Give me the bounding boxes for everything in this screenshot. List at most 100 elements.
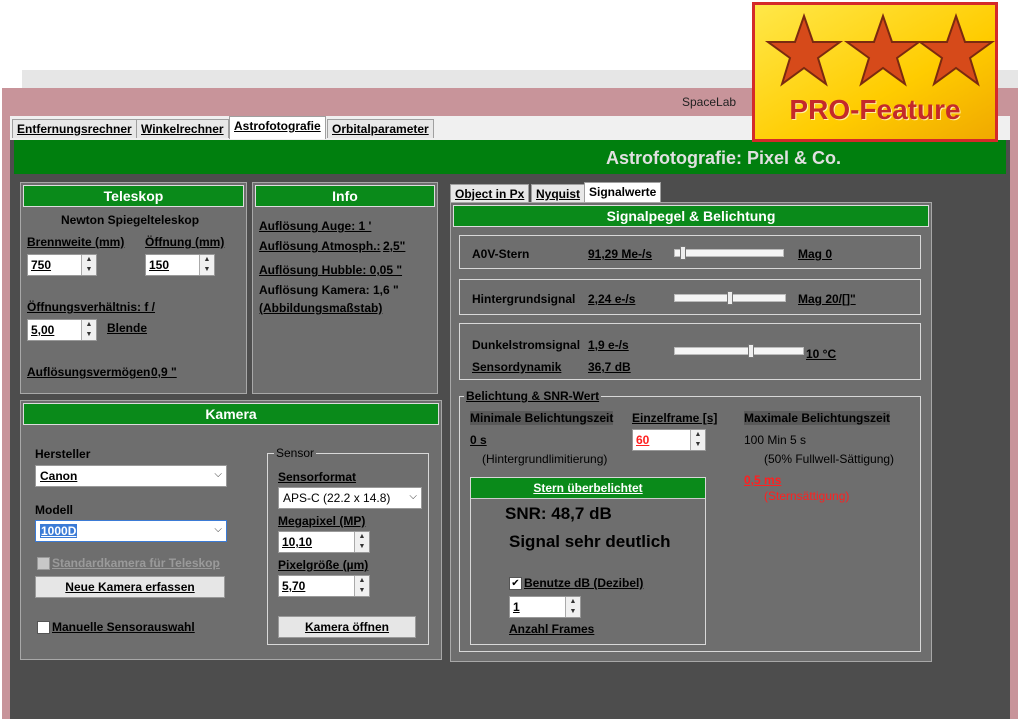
einzelframe-spinner[interactable]: 60 ▲ ▼: [632, 429, 706, 451]
dunkelstrom-value: 1,9 e-/s: [588, 338, 629, 352]
stern-note: (Sternsättigung): [764, 489, 850, 503]
frames-value: 1: [513, 600, 520, 614]
hersteller-label: Hersteller: [35, 447, 91, 461]
max-note: (50% Fullwell-Sättigung): [764, 452, 895, 466]
page-title: Astrofotografie: Pixel & Co.: [605, 148, 841, 168]
subtab-object-in-px[interactable]: Object in Px: [450, 184, 530, 202]
subtab-nyquist[interactable]: Nyquist: [531, 184, 586, 202]
oeffnung-spinner[interactable]: 150 ▲ ▼: [145, 254, 215, 276]
window-title: SpaceLab: [682, 95, 737, 109]
verhaeltnis-spinner[interactable]: 5,00 ▲ ▼: [27, 319, 97, 341]
tab-entfernungsrechner[interactable]: Entfernungsrechner: [12, 119, 137, 138]
pro-feature-badge: PRO-Feature: [752, 2, 998, 142]
subtab-signalwerte[interactable]: Signalwerte: [584, 182, 662, 203]
neue-kamera-button[interactable]: Neue Kamera erfassen: [35, 576, 225, 598]
temperatur-slider-knob[interactable]: [748, 344, 754, 358]
megapixel-value: 10,10: [282, 535, 313, 549]
chevron-down-icon: ⌵: [214, 524, 222, 535]
dunkelstrom-label: Dunkelstromsignal: [472, 338, 581, 352]
einzelframe-value: 60: [636, 433, 650, 447]
spinner-arrows[interactable]: ▲ ▼: [81, 320, 96, 340]
a0v-slider-knob[interactable]: [680, 246, 686, 260]
spinner-arrows[interactable]: ▲ ▼: [354, 532, 369, 552]
subtab-bar: Object in Px Nyquist Signalwerte: [448, 180, 948, 204]
modell-value: 1000D: [40, 524, 78, 538]
kamera-panel: Kamera Hersteller Canon ⌵ Modell 1000D ⌵…: [20, 400, 442, 660]
a0v-group: A0V-Stern 91,29 Me-/s Mag 0: [459, 235, 921, 269]
info-auge: Auflösung Auge: 1 ': [259, 219, 372, 233]
tab-orbitalparameter[interactable]: Orbitalparameter: [327, 119, 434, 138]
kamera-oeffnen-button[interactable]: Kamera öffnen: [278, 616, 416, 638]
info-massstab: (Abbildungsmaßstab): [259, 301, 383, 315]
info-panel: Info Auflösung Auge: 1 ' Auflösung Atmos…: [252, 182, 438, 394]
info-atmos-value: 2,5": [383, 239, 406, 253]
frames-spinner[interactable]: 1 ▲ ▼: [509, 596, 581, 618]
spinner-arrows[interactable]: ▲ ▼: [199, 255, 214, 275]
hintergrund-value: 2,24 e-/s: [588, 292, 636, 306]
a0v-slider[interactable]: [674, 246, 784, 260]
min-value: 0 s: [470, 433, 487, 447]
manuelle-sensor-checkbox[interactable]: [37, 621, 50, 634]
megapixel-label: Megapixel (MP): [278, 514, 366, 528]
aufloesung-value: 0,9 ": [151, 365, 177, 379]
brennweite-label: Brennweite (mm): [27, 235, 125, 249]
page-banner: Astrofotografie: Pixel & Co.: [14, 140, 1006, 174]
pixel-label: Pixelgröße (µm): [278, 558, 369, 572]
min-label: Minimale Belichtungszeit: [470, 411, 614, 425]
chevron-down-icon: ⌵: [214, 469, 222, 480]
verhaeltnis-value: 5,00: [31, 323, 55, 337]
min-note: (Hintergrundlimitierung): [482, 452, 608, 466]
max-label: Maximale Belichtungszeit: [744, 411, 891, 425]
db-label: Benutze dB (Dezibel): [524, 576, 644, 590]
db-checkbox[interactable]: ✔: [509, 577, 522, 590]
brennweite-value: 750: [31, 258, 52, 272]
info-kamera: Auflösung Kamera: 1,6 ": [259, 283, 399, 297]
hersteller-select[interactable]: Canon ⌵: [35, 465, 227, 487]
temperatur-slider[interactable]: [674, 344, 804, 358]
kamera-header: Kamera: [23, 403, 439, 425]
app-window: SpaceLab Entfernungsrechner Winkelrechne…: [2, 88, 1018, 719]
a0v-mag: Mag 0: [798, 247, 833, 261]
spinner-arrows[interactable]: ▲ ▼: [690, 430, 705, 450]
standardkamera-label: Standardkamera für Teleskop: [52, 556, 220, 570]
oeffnung-label: Öffnung (mm): [145, 235, 225, 249]
info-hubble: Auflösung Hubble: 0,05 ": [259, 263, 403, 277]
frames-label: Anzahl Frames: [509, 622, 595, 636]
hersteller-value: Canon: [40, 469, 78, 483]
spinner-arrows[interactable]: ▲ ▼: [565, 597, 580, 617]
modell-select[interactable]: 1000D ⌵: [35, 520, 227, 542]
hintergrund-slider-knob[interactable]: [727, 291, 733, 305]
teleskop-panel: Teleskop Newton Spiegelteleskop Brennwei…: [20, 182, 247, 394]
verhaeltnis-label: Öffnungsverhältnis: f /: [27, 300, 156, 314]
modell-label: Modell: [35, 503, 73, 517]
hintergrund-slider[interactable]: [674, 291, 786, 305]
sensorformat-label: Sensorformat: [278, 470, 357, 484]
megapixel-spinner[interactable]: 10,10 ▲ ▼: [278, 531, 370, 553]
spinner-arrows[interactable]: ▲ ▼: [354, 576, 369, 596]
belichtung-group: Belichtung & SNR-Wert Minimale Belichtun…: [459, 389, 921, 652]
pixel-spinner[interactable]: 5,70 ▲ ▼: [278, 575, 370, 597]
info-header: Info: [255, 185, 435, 207]
status-header: Stern überbelichtet: [471, 478, 705, 499]
sensor-legend: Sensor: [274, 446, 317, 460]
tab-astrofotografie[interactable]: Astrofotografie: [229, 116, 326, 139]
hintergrund-group: Hintergrundsignal 2,24 e-/s Mag 20/[]": [459, 279, 921, 315]
snr-text: Signal sehr deutlich: [509, 532, 671, 551]
belichtung-legend: Belichtung & SNR-Wert: [464, 389, 602, 403]
temperatur-value: 10 °C: [806, 347, 837, 361]
stern-value: 0,5 ms: [744, 473, 782, 487]
brennweite-spinner[interactable]: 750 ▲ ▼: [27, 254, 97, 276]
hintergrund-mag: Mag 20/[]": [798, 292, 856, 306]
aufloesung-label: Auflösungsvermögen: [27, 365, 151, 379]
spinner-arrows[interactable]: ▲ ▼: [81, 255, 96, 275]
info-atmos-label: Auflösung Atmosph.:: [259, 239, 381, 253]
blende-label: Blende: [107, 321, 148, 335]
sensorformat-select[interactable]: APS-C (22.2 x 14.8) ⌵: [278, 487, 422, 509]
max-value: 100 Min 5 s: [744, 433, 807, 447]
signal-header: Signalpegel & Belichtung: [453, 205, 929, 227]
standardkamera-checkbox[interactable]: [37, 557, 50, 570]
astrofotografie-page: Astrofotografie: Pixel & Co. Teleskop Ne…: [10, 140, 1010, 719]
snr-value: SNR: 48,7 dB: [505, 504, 612, 523]
sensor-group: Sensor Sensorformat APS-C (22.2 x 14.8) …: [267, 446, 429, 645]
tab-winkelrechner[interactable]: Winkelrechner: [136, 119, 229, 138]
